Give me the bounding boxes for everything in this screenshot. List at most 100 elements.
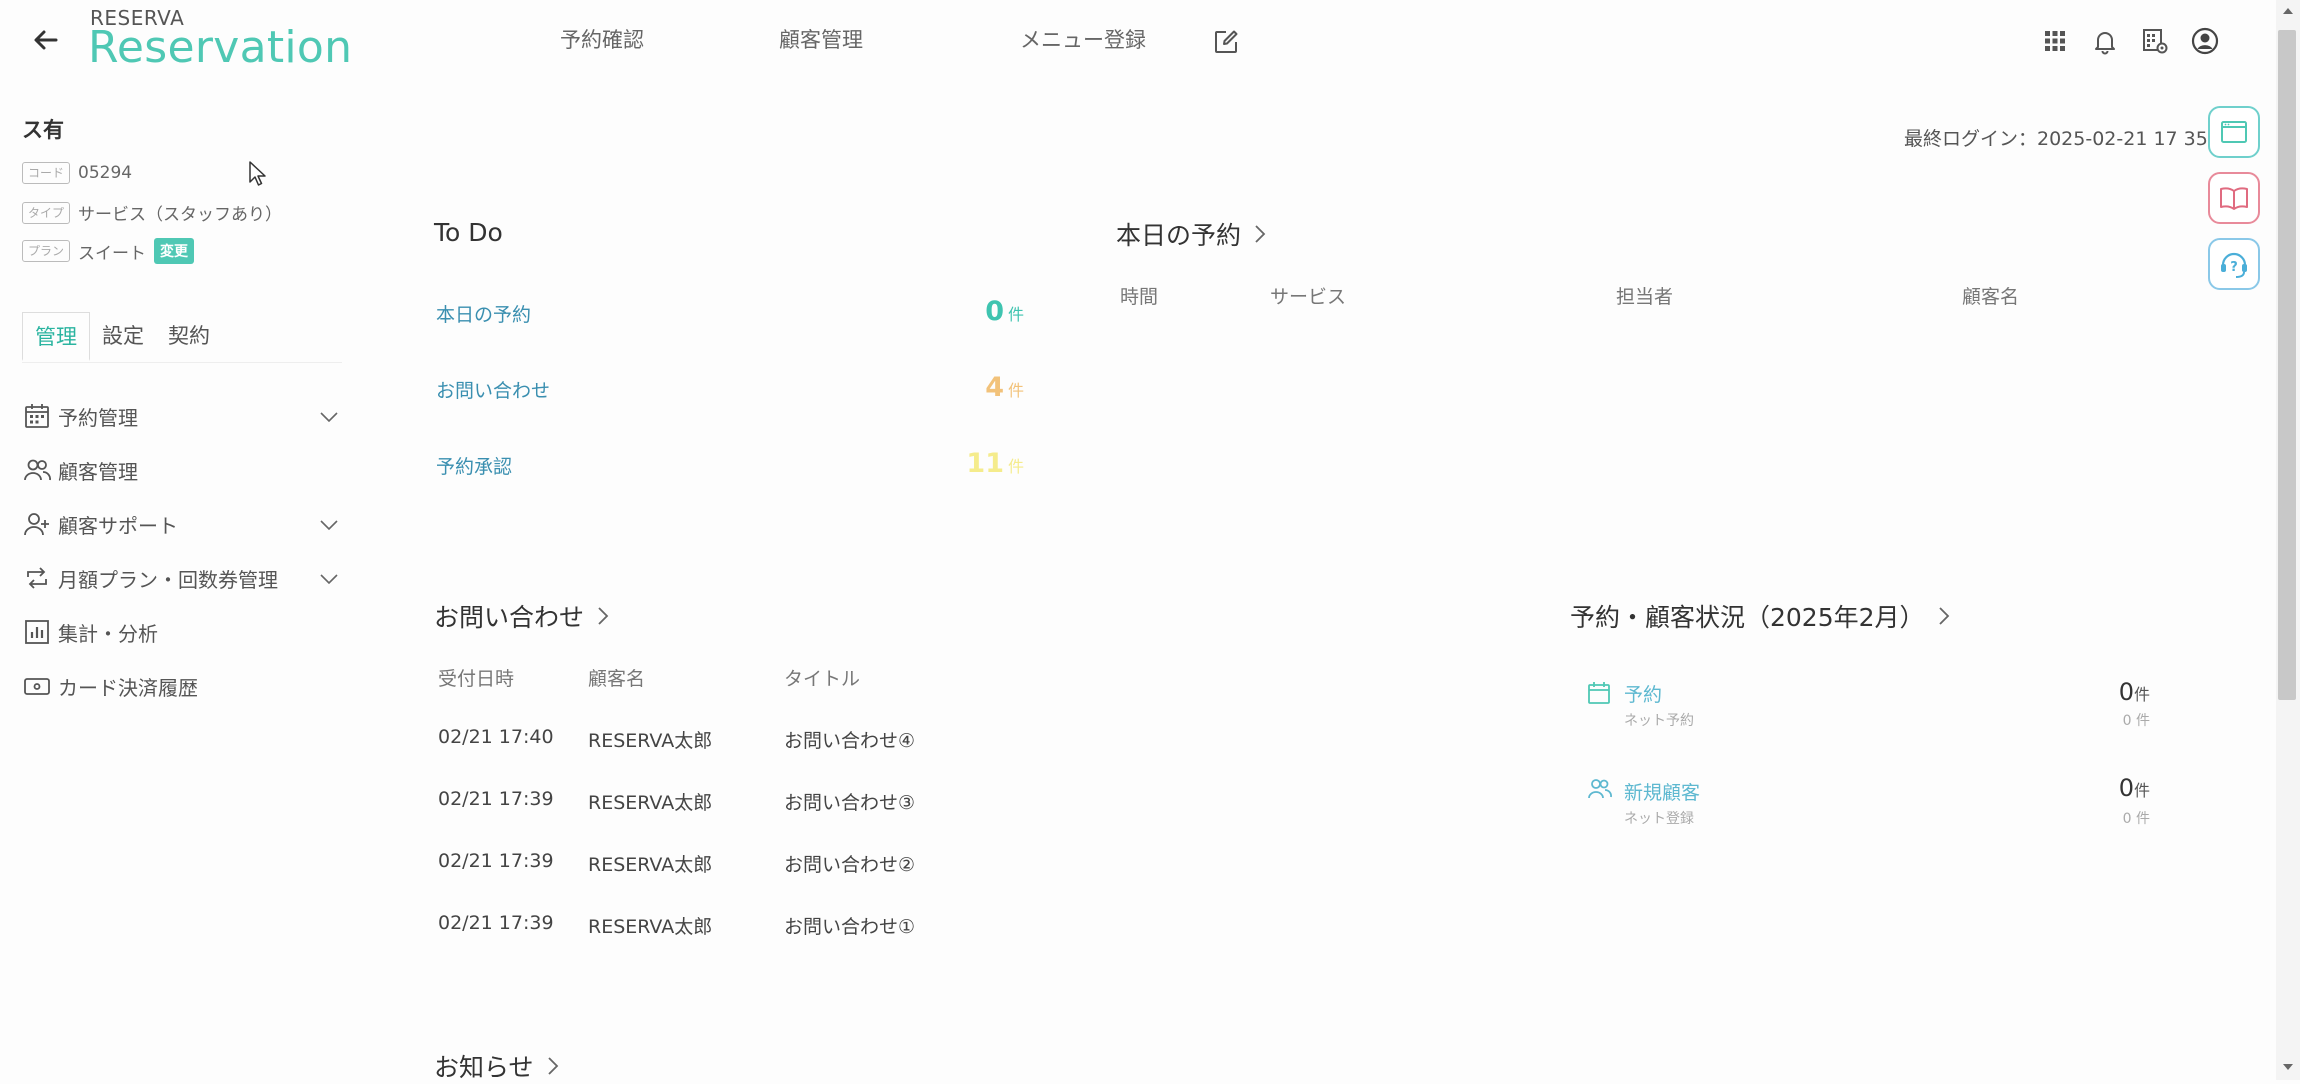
plan-tag: プラン	[22, 240, 71, 262]
sidebar-item-label: 月額プラン・回数券管理	[58, 567, 278, 592]
headset-help-icon: ?	[2221, 252, 2247, 278]
sidebar-item-customer-support[interactable]: 顧客サポート	[22, 504, 340, 544]
inquiry-customer[interactable]: RESERVA太郎	[588, 726, 712, 753]
stat-new-customers-subcount: 0 件	[2122, 811, 2150, 827]
chevron-down-icon[interactable]	[318, 568, 340, 590]
repeat-icon	[27, 567, 47, 589]
sidebar-item-label: 顧客サポート	[58, 513, 178, 538]
bell-icon[interactable]	[2090, 26, 2120, 56]
col-customer-name: 顧客名	[588, 668, 646, 690]
change-plan-button[interactable]: 変更	[154, 238, 195, 264]
sidebar-item-label: 予約管理	[58, 405, 138, 430]
stat-reservations-sub: ネット予約	[1624, 713, 1694, 729]
stat-unit: 件	[2133, 685, 2150, 704]
back-arrow-icon[interactable]	[28, 22, 64, 58]
nav-reservation-check[interactable]: 予約確認	[560, 24, 644, 54]
app-header: RESERVA Reservation 予約確認 顧客管理 メニュー登録	[0, 0, 2276, 84]
mouse-cursor-icon	[249, 161, 266, 186]
browser-window-button[interactable]	[2208, 106, 2260, 158]
todo-unit: 件	[1007, 457, 1024, 476]
scroll-down-icon[interactable]	[2280, 1060, 2296, 1074]
stat-reservations-link[interactable]: 予約	[1624, 680, 1662, 707]
shop-plan: スイート	[78, 243, 147, 264]
support-button[interactable]: ?	[2208, 238, 2260, 290]
bar-chart-icon	[25, 620, 49, 644]
todo-approval-link[interactable]: 予約承認	[436, 452, 512, 479]
todo-count: 4	[985, 372, 1004, 403]
sidebar-item-reservation-management[interactable]: 予約管理	[22, 396, 340, 436]
book-icon	[2220, 187, 2248, 210]
inquiries-title[interactable]: お問い合わせ	[434, 598, 612, 634]
inquiry-date[interactable]: 02/21 17:39	[438, 912, 554, 934]
nav-customer-management[interactable]: 顧客管理	[779, 24, 863, 54]
chevron-down-icon[interactable]	[318, 514, 340, 536]
calendar-settings-icon[interactable]	[2140, 26, 2170, 56]
inquiry-title[interactable]: お問い合わせ②	[784, 850, 915, 877]
inquiry-title[interactable]: お問い合わせ③	[784, 788, 915, 815]
edit-icon[interactable]	[1212, 28, 1240, 56]
type-tag: タイプ	[22, 201, 71, 224]
last-login: 最終ログイン：2025-02-21 17 35	[1904, 128, 2208, 150]
today-reservations-title[interactable]: 本日の予約	[1116, 216, 1269, 252]
chevron-right-icon	[1255, 225, 1266, 243]
today-reservations-title-text: 本日の予約	[1116, 221, 1242, 250]
todo-inquiries-link[interactable]: お問い合わせ	[436, 376, 550, 403]
calendar-icon	[25, 404, 49, 428]
todo-count: 0	[985, 296, 1004, 327]
sidebar-item-label: 顧客管理	[58, 459, 138, 484]
inquiries-title-text: お問い合わせ	[434, 603, 585, 632]
sidebar-item-customer-management[interactable]: 顧客管理	[22, 450, 340, 490]
chevron-right-icon	[598, 607, 609, 625]
chevron-down-icon[interactable]	[318, 406, 340, 428]
tab-management[interactable]: 管理	[22, 312, 90, 361]
news-title[interactable]: お知らせ	[434, 1048, 562, 1084]
scroll-up-icon[interactable]	[2280, 4, 2296, 18]
inquiry-customer[interactable]: RESERVA太郎	[588, 912, 712, 939]
code-tag: コード	[22, 162, 71, 184]
inquiry-customer[interactable]: RESERVA太郎	[588, 850, 712, 877]
brand-logo[interactable]: Reservation	[88, 22, 352, 73]
sidebar-item-card-payment-history[interactable]: カード決済履歴	[22, 666, 340, 706]
news-title-text: お知らせ	[434, 1053, 534, 1082]
todo-today-reservations-link[interactable]: 本日の予約	[436, 300, 531, 327]
col-staff: 担当者	[1616, 286, 1674, 308]
stat-unit: 件	[2133, 781, 2150, 800]
app-grid-icon[interactable]	[2040, 26, 2070, 56]
col-title: タイトル	[784, 668, 861, 690]
sidebar-item-analytics[interactable]: 集計・分析	[22, 612, 340, 652]
account-icon[interactable]	[2190, 26, 2220, 56]
shop-type-row: タイプ サービス（スタッフあり）	[22, 200, 282, 225]
inquiry-date[interactable]: 02/21 17:40	[438, 726, 554, 748]
status-title[interactable]: 予約・顧客状況（2025年2月）	[1570, 598, 1953, 634]
todo-unit: 件	[1007, 305, 1024, 324]
tab-settings[interactable]: 設定	[90, 312, 156, 361]
shop-code-row: コード 05294	[22, 162, 132, 184]
stat-count: 0	[2118, 774, 2134, 802]
todo-title-text: To Do	[434, 218, 503, 247]
inquiry-title[interactable]: お問い合わせ①	[784, 912, 915, 939]
todo-inquiries-count: 4件	[960, 372, 1024, 403]
shop-plan-row: プラン スイート 変更	[22, 238, 195, 264]
scrollbar-thumb[interactable]	[2278, 30, 2296, 700]
stat-new-customers-link[interactable]: 新規顧客	[1624, 778, 1700, 805]
todo-title: To Do	[434, 218, 503, 247]
nav-menu-registration[interactable]: メニュー登録	[1020, 24, 1146, 54]
shop-code: 05294	[78, 163, 133, 183]
todo-count: 11	[966, 448, 1004, 479]
inquiry-customer[interactable]: RESERVA太郎	[588, 788, 712, 815]
stat-new-customers-sub: ネット登録	[1624, 811, 1694, 827]
todo-unit: 件	[1007, 381, 1024, 400]
col-received-at: 受付日時	[438, 668, 515, 690]
col-service: サービス	[1270, 286, 1347, 308]
manual-button[interactable]	[2208, 172, 2260, 224]
browser-window-icon	[2221, 121, 2247, 143]
sidebar-item-monthly-plan[interactable]: 月額プラン・回数券管理	[22, 558, 340, 598]
shop-type: サービス（スタッフあり）	[78, 205, 283, 225]
inquiry-title[interactable]: お問い合わせ④	[784, 726, 915, 753]
inquiry-date[interactable]: 02/21 17:39	[438, 788, 554, 810]
inquiry-date[interactable]: 02/21 17:39	[438, 850, 554, 872]
tab-contract[interactable]: 契約	[156, 312, 222, 361]
sidebar-item-label: カード決済履歴	[58, 675, 198, 700]
stat-reservations-count: 0件	[2100, 678, 2150, 706]
stat-reservations-subcount: 0 件	[2122, 713, 2150, 729]
